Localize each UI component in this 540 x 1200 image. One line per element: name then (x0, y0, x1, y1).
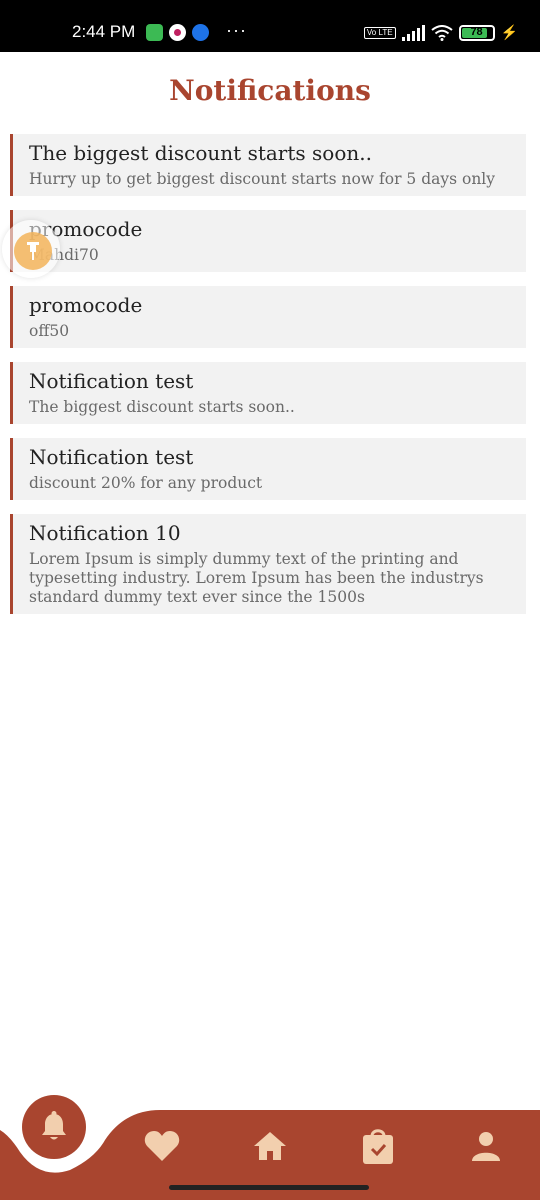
notification-body: Mahdi70 (29, 246, 99, 264)
notification-body: Lorem Ipsum is simply dummy text of the … (29, 550, 484, 606)
sync-app-icon (192, 24, 209, 41)
notification-item[interactable]: Notification 10 Lorem Ipsum is simply du… (10, 514, 526, 614)
wifi-icon (430, 24, 453, 41)
status-bar: 2:44 PM ··· Vo LTE 78 ⚡ (0, 0, 540, 52)
nav-favorites-button[interactable] (142, 1126, 182, 1166)
signal-icon (401, 24, 425, 41)
android-app-icon (146, 24, 163, 41)
battery-icon: 78 (458, 24, 495, 41)
notification-title: promocode (29, 293, 143, 317)
nav-profile-button[interactable] (466, 1126, 506, 1166)
notification-body: The biggest discount starts soon.. (29, 398, 295, 416)
notification-list: The biggest discount starts soon.. Hurry… (10, 134, 526, 628)
notification-body: off50 (29, 322, 70, 340)
floating-assistive-bubble[interactable] (2, 220, 60, 278)
user-icon (472, 1132, 500, 1161)
status-time: 2:44 PM (72, 22, 136, 41)
pin-icon (27, 242, 39, 260)
volte-icon: Vo LTE (363, 26, 396, 39)
bolt-icon: ⚡ (500, 24, 518, 40)
notification-title: Notification test (29, 445, 194, 469)
floating-bubble-inner (14, 232, 52, 270)
status-right: Vo LTE 78 ⚡ (363, 24, 518, 41)
notification-item[interactable]: The biggest discount starts soon.. Hurry… (10, 134, 526, 196)
more-notifications-icon: ··· (226, 20, 247, 40)
page-title: Notifications (169, 74, 371, 107)
notification-title: Notification 10 (29, 521, 181, 545)
home-icon (254, 1132, 286, 1160)
notification-title: promocode (29, 217, 143, 241)
notification-item[interactable]: promocode Mahdi70 (10, 210, 526, 272)
notification-body: discount 20% for any product (29, 474, 263, 492)
battery-level: 78 (470, 25, 483, 38)
bell-icon (42, 1111, 66, 1140)
notification-body: Hurry up to get biggest discount starts … (29, 170, 496, 188)
status-app-icons (146, 24, 209, 41)
heart-icon (144, 1131, 180, 1161)
notification-item[interactable]: Notification test The biggest discount s… (10, 362, 526, 424)
notification-item[interactable]: promocode off50 (10, 286, 526, 348)
nav-orders-button[interactable] (358, 1126, 398, 1166)
nav-notifications-button[interactable] (22, 1095, 86, 1159)
notification-title: The biggest discount starts soon.. (29, 141, 372, 165)
notification-item[interactable]: Notification test discount 20% for any p… (10, 438, 526, 500)
home-indicator[interactable] (169, 1185, 369, 1190)
notification-title: Notification test (29, 369, 194, 393)
nav-home-button[interactable] (250, 1126, 290, 1166)
camera-app-icon (169, 24, 186, 41)
shopping-bag-icon (363, 1129, 393, 1164)
